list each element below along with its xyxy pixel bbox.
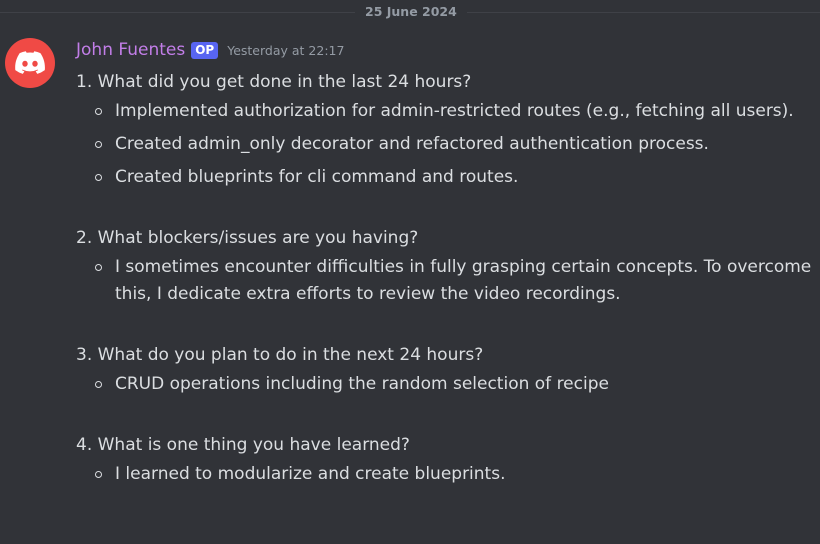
bullet-list-1: Implemented authorization for admin-rest…	[76, 98, 816, 191]
bullet-list-4: I learned to modularize and create bluep…	[76, 461, 816, 488]
section-3: 3. What do you plan to do in the next 24…	[76, 342, 816, 398]
bullet-text: I learned to modularize and create bluep…	[115, 464, 506, 484]
bullet-icon	[95, 141, 102, 148]
list-item: Created admin_only decorator and refacto…	[95, 131, 816, 158]
op-badge: OP	[191, 41, 219, 59]
bullet-icon	[95, 471, 102, 478]
bullet-icon	[95, 381, 102, 388]
bullet-text: CRUD operations including the random sel…	[115, 374, 609, 394]
list-item: I learned to modularize and create bluep…	[95, 461, 816, 488]
question-1: 1. What did you get done in the last 24 …	[76, 72, 472, 92]
avatar[interactable]	[5, 38, 55, 88]
question-2: 2. What blockers/issues are you having?	[76, 228, 419, 248]
bullet-text: Created blueprints for cli command and r…	[115, 167, 519, 187]
list-item: Created blueprints for cli command and r…	[95, 164, 816, 191]
bullet-list-2: I sometimes encounter difficulties in fu…	[76, 254, 816, 308]
bullet-icon	[95, 108, 102, 115]
bullet-list-3: CRUD operations including the random sel…	[76, 371, 816, 398]
author-name[interactable]: John Fuentes	[76, 40, 185, 60]
date-divider-label: 25 June 2024	[355, 3, 467, 21]
message-timestamp[interactable]: Yesterday at 22:17	[227, 43, 344, 58]
section-2: 2. What blockers/issues are you having? …	[76, 225, 816, 308]
bullet-text: Implemented authorization for admin-rest…	[115, 101, 794, 121]
section-4: 4. What is one thing you have learned? I…	[76, 432, 816, 488]
list-item: CRUD operations including the random sel…	[95, 371, 816, 398]
section-1: 1. What did you get done in the last 24 …	[76, 69, 816, 191]
bullet-text: I sometimes encounter difficulties in fu…	[115, 257, 812, 304]
bullet-icon	[95, 264, 102, 271]
list-item: Implemented authorization for admin-rest…	[95, 98, 816, 125]
message-header: John Fuentes OP Yesterday at 22:17	[76, 38, 344, 62]
question-4: 4. What is one thing you have learned?	[76, 435, 410, 455]
list-item: I sometimes encounter difficulties in fu…	[95, 254, 816, 308]
bullet-icon	[95, 174, 102, 181]
bullet-text: Created admin_only decorator and refacto…	[115, 134, 709, 154]
question-3: 3. What do you plan to do in the next 24…	[76, 345, 484, 365]
discord-logo-icon	[15, 51, 45, 74]
message-content: 1. What did you get done in the last 24 …	[76, 69, 816, 522]
